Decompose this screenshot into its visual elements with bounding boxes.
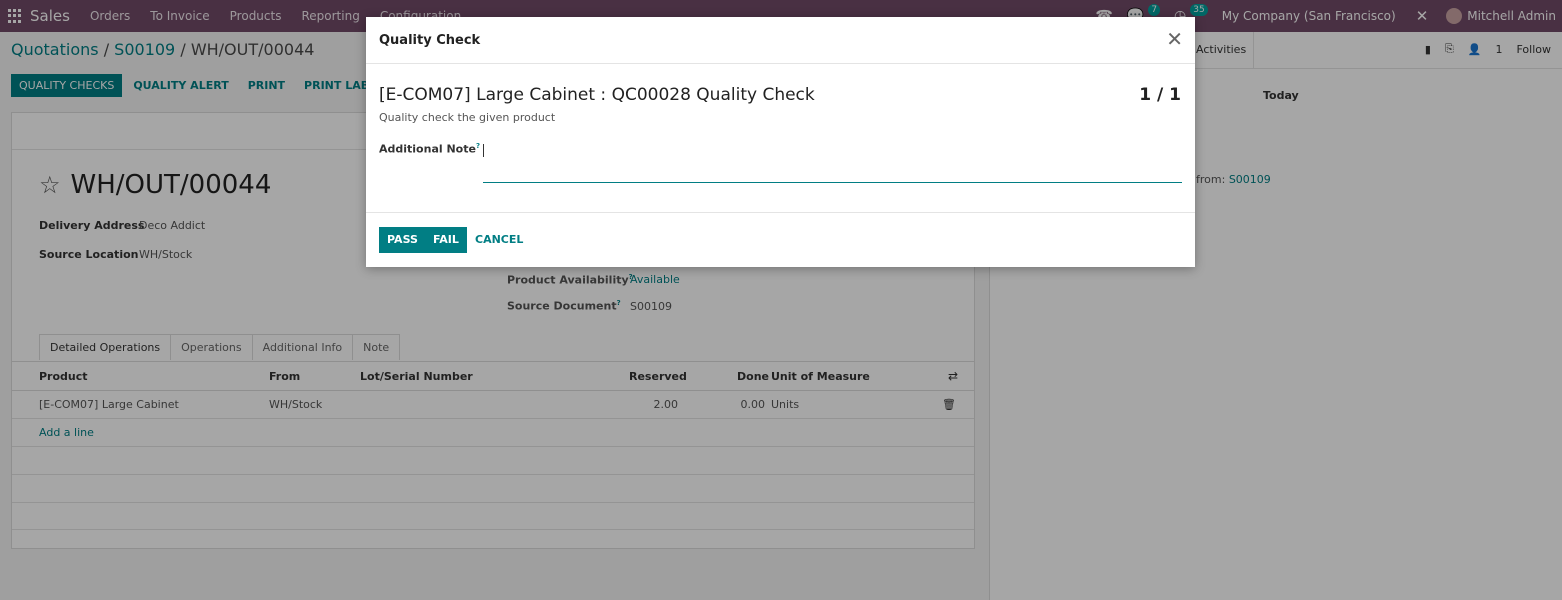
check-title: [E-COM07] Large Cabinet : QC00028 Qualit…: [379, 85, 815, 105]
pass-button[interactable]: PASS: [379, 227, 426, 253]
additional-note-input[interactable]: [483, 142, 1182, 183]
cancel-button[interactable]: CANCEL: [467, 227, 531, 253]
help-mark: ?: [475, 142, 481, 150]
close-icon[interactable]: ✕: [1166, 29, 1183, 49]
dialog-footer: PASS FAIL CANCEL: [366, 212, 1195, 267]
dialog-header: Quality Check ✕: [366, 17, 1195, 64]
dialog-title: Quality Check: [379, 33, 481, 48]
additional-note-label: Additional Note?: [379, 142, 481, 156]
check-counter: 1 / 1: [1139, 85, 1181, 105]
fail-button[interactable]: FAIL: [425, 227, 467, 253]
text-caret: [483, 144, 484, 157]
check-instructions: Quality check the given product: [379, 111, 556, 124]
quality-check-dialog: Quality Check ✕ [E-COM07] Large Cabinet …: [366, 17, 1195, 267]
